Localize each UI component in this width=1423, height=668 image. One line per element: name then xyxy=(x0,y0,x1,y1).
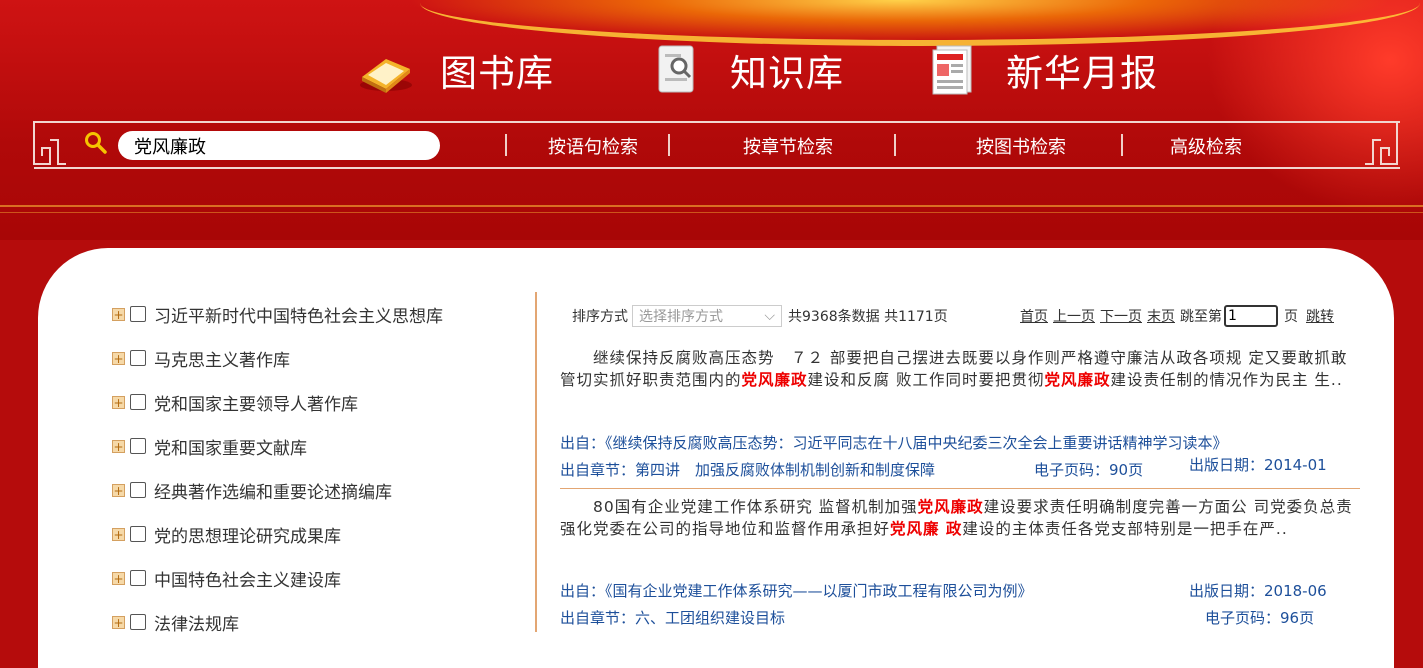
fret-ornament-right xyxy=(1365,121,1398,165)
expand-icon[interactable]: + xyxy=(112,307,125,321)
decorative-line xyxy=(0,205,1423,207)
expand-icon[interactable]: + xyxy=(112,483,125,497)
checkbox[interactable] xyxy=(130,526,146,542)
sidebar-item-leaders[interactable]: + 党和国家主要领导人著作库 xyxy=(112,390,358,415)
checkbox[interactable] xyxy=(130,394,146,410)
sidebar-item-theory-research[interactable]: + 党的思想理论研究成果库 xyxy=(112,522,341,547)
page-number-input[interactable] xyxy=(1224,305,1278,327)
sidebar-item-laws[interactable]: + 法律法规库 xyxy=(112,610,239,635)
sidebar-item-xi-thought[interactable]: + 习近平新时代中国特色社会主义思想库 xyxy=(112,302,443,327)
expand-icon[interactable]: + xyxy=(112,351,125,365)
search-icon[interactable] xyxy=(84,131,108,155)
result-page-number[interactable]: 电子页码：90页 xyxy=(1034,459,1143,480)
sidebar-item-label: 马克思主义著作库 xyxy=(154,350,290,371)
search-mode-sentence[interactable]: 按语句检索 xyxy=(548,133,638,159)
result-chapter-link[interactable]: 出自章节：六、工团组织建设目标 xyxy=(560,607,785,628)
sidebar-item-classics[interactable]: + 经典著作选编和重要论述摘编库 xyxy=(112,478,392,503)
sort-placeholder: 选择排序方式 xyxy=(639,309,723,325)
result-chapter-link[interactable]: 出自章节：第四讲 加强反腐败体制机制创新和制度保障 xyxy=(560,459,935,480)
decorative-line xyxy=(0,212,1423,213)
sort-label: 排序方式 xyxy=(572,309,628,325)
tab-xinhua-monthly[interactable]: 新华月报 xyxy=(922,38,1158,102)
sidebar-item-label: 党的思想理论研究成果库 xyxy=(154,526,341,547)
first-page-link[interactable]: 首页 xyxy=(1020,306,1048,326)
snippet-text: 建设的主体责任各党支部特别是一把手在严.. xyxy=(962,520,1288,538)
sidebar-item-label: 党和国家重要文献库 xyxy=(154,438,307,459)
expand-icon[interactable]: + xyxy=(112,571,125,585)
sidebar-item-socialism-building[interactable]: + 中国特色社会主义建设库 xyxy=(112,566,341,591)
search-mode-advanced[interactable]: 高级检索 xyxy=(1170,133,1242,159)
result-publish-date: 出版日期：2014-01 xyxy=(1189,456,1327,474)
sidebar-item-label: 经典著作选编和重要论述摘编库 xyxy=(154,482,392,503)
divider xyxy=(894,134,896,156)
search-input[interactable] xyxy=(118,131,440,160)
result-page-number[interactable]: 电子页码：96页 xyxy=(1205,607,1314,628)
sidebar-item-documents[interactable]: + 党和国家重要文献库 xyxy=(112,434,307,459)
tab-xinhua-monthly-label: 新华月报 xyxy=(1006,52,1158,95)
result-source-link[interactable]: 出自：《继续保持反腐败高压态势：习近平同志在十八届中央纪委三次全会上重要讲话精神… xyxy=(560,432,1228,453)
document-search-icon xyxy=(646,40,706,100)
result-snippet[interactable]: 80国有企业党建工作体系研究 监督机制加强党风廉政建设要求责任明确制度完善一方面… xyxy=(560,496,1360,540)
divider xyxy=(668,134,670,156)
result-publish-date: 出版日期：2018-06 xyxy=(1189,582,1327,600)
fret-ornament-left xyxy=(33,121,66,165)
sidebar-item-label: 法律法规库 xyxy=(154,614,239,635)
sort-row: 排序方式 选择排序方式 ⌵ 共9368条数据 共1171页 xyxy=(572,305,948,327)
sort-select[interactable]: 选择排序方式 ⌵ xyxy=(632,305,782,327)
expand-icon[interactable]: + xyxy=(112,439,125,453)
result-stats: 共9368条数据 共1171页 xyxy=(788,309,948,325)
checkbox[interactable] xyxy=(130,570,146,586)
divider xyxy=(505,134,507,156)
search-mode-book[interactable]: 按图书检索 xyxy=(976,133,1066,159)
keyword-highlight: 党风廉政 xyxy=(741,371,808,389)
snippet-text: 80国有企业党建工作体系研究 监督机制加强 xyxy=(560,498,918,516)
result-divider xyxy=(560,488,1360,489)
tab-knowledge-library[interactable]: 知识库 xyxy=(646,38,844,102)
next-page-link[interactable]: 下一页 xyxy=(1100,306,1142,326)
jump-label: 跳至第 xyxy=(1180,309,1222,325)
go-link[interactable]: 跳转 xyxy=(1306,306,1334,326)
result-snippet[interactable]: 继续保持反腐败高压态势 ７２ 部要把自己摆进去既要以身作则严格遵守廉洁从政各项规… xyxy=(560,347,1360,391)
sidebar-item-label: 党和国家主要领导人著作库 xyxy=(154,394,358,415)
tab-knowledge-library-label: 知识库 xyxy=(730,52,844,95)
chevron-down-icon: ⌵ xyxy=(764,308,775,324)
checkbox[interactable] xyxy=(130,350,146,366)
book-icon xyxy=(356,40,416,100)
keyword-highlight: 党风廉政 xyxy=(1044,371,1111,389)
keyword-highlight: 党风廉政 xyxy=(917,498,984,516)
sidebar-item-marxism[interactable]: + 马克思主义著作库 xyxy=(112,346,290,371)
page-unit: 页 xyxy=(1284,309,1298,325)
column-divider xyxy=(535,292,537,632)
expand-icon[interactable]: + xyxy=(112,527,125,541)
checkbox[interactable] xyxy=(130,438,146,454)
pagination: 首页 上一页 下一页 末页 跳至第 页 跳转 xyxy=(1020,305,1339,327)
newspaper-icon xyxy=(922,40,982,100)
prev-page-link[interactable]: 上一页 xyxy=(1053,306,1095,326)
sidebar-item-label: 习近平新时代中国特色社会主义思想库 xyxy=(154,306,443,327)
tab-book-library-label: 图书库 xyxy=(440,52,554,95)
snippet-text: 建设和反腐 败工作同时要把贯彻 xyxy=(807,371,1045,389)
expand-icon[interactable]: + xyxy=(112,395,125,409)
checkbox[interactable] xyxy=(130,306,146,322)
result-source-link[interactable]: 出自：《国有企业党建工作体系研究——以厦门市政工程有限公司为例》 xyxy=(560,580,1033,601)
search-mode-chapter[interactable]: 按章节检索 xyxy=(743,133,833,159)
divider xyxy=(1121,134,1123,156)
tab-book-library[interactable]: 图书库 xyxy=(356,38,554,102)
checkbox[interactable] xyxy=(130,614,146,630)
checkbox[interactable] xyxy=(130,482,146,498)
expand-icon[interactable]: + xyxy=(112,615,125,629)
keyword-highlight: 党风廉 政 xyxy=(890,520,963,538)
last-page-link[interactable]: 末页 xyxy=(1147,306,1175,326)
sidebar-item-label: 中国特色社会主义建设库 xyxy=(154,570,341,591)
snippet-text: 建设责任制的情况作为民主 生.. xyxy=(1110,371,1343,389)
